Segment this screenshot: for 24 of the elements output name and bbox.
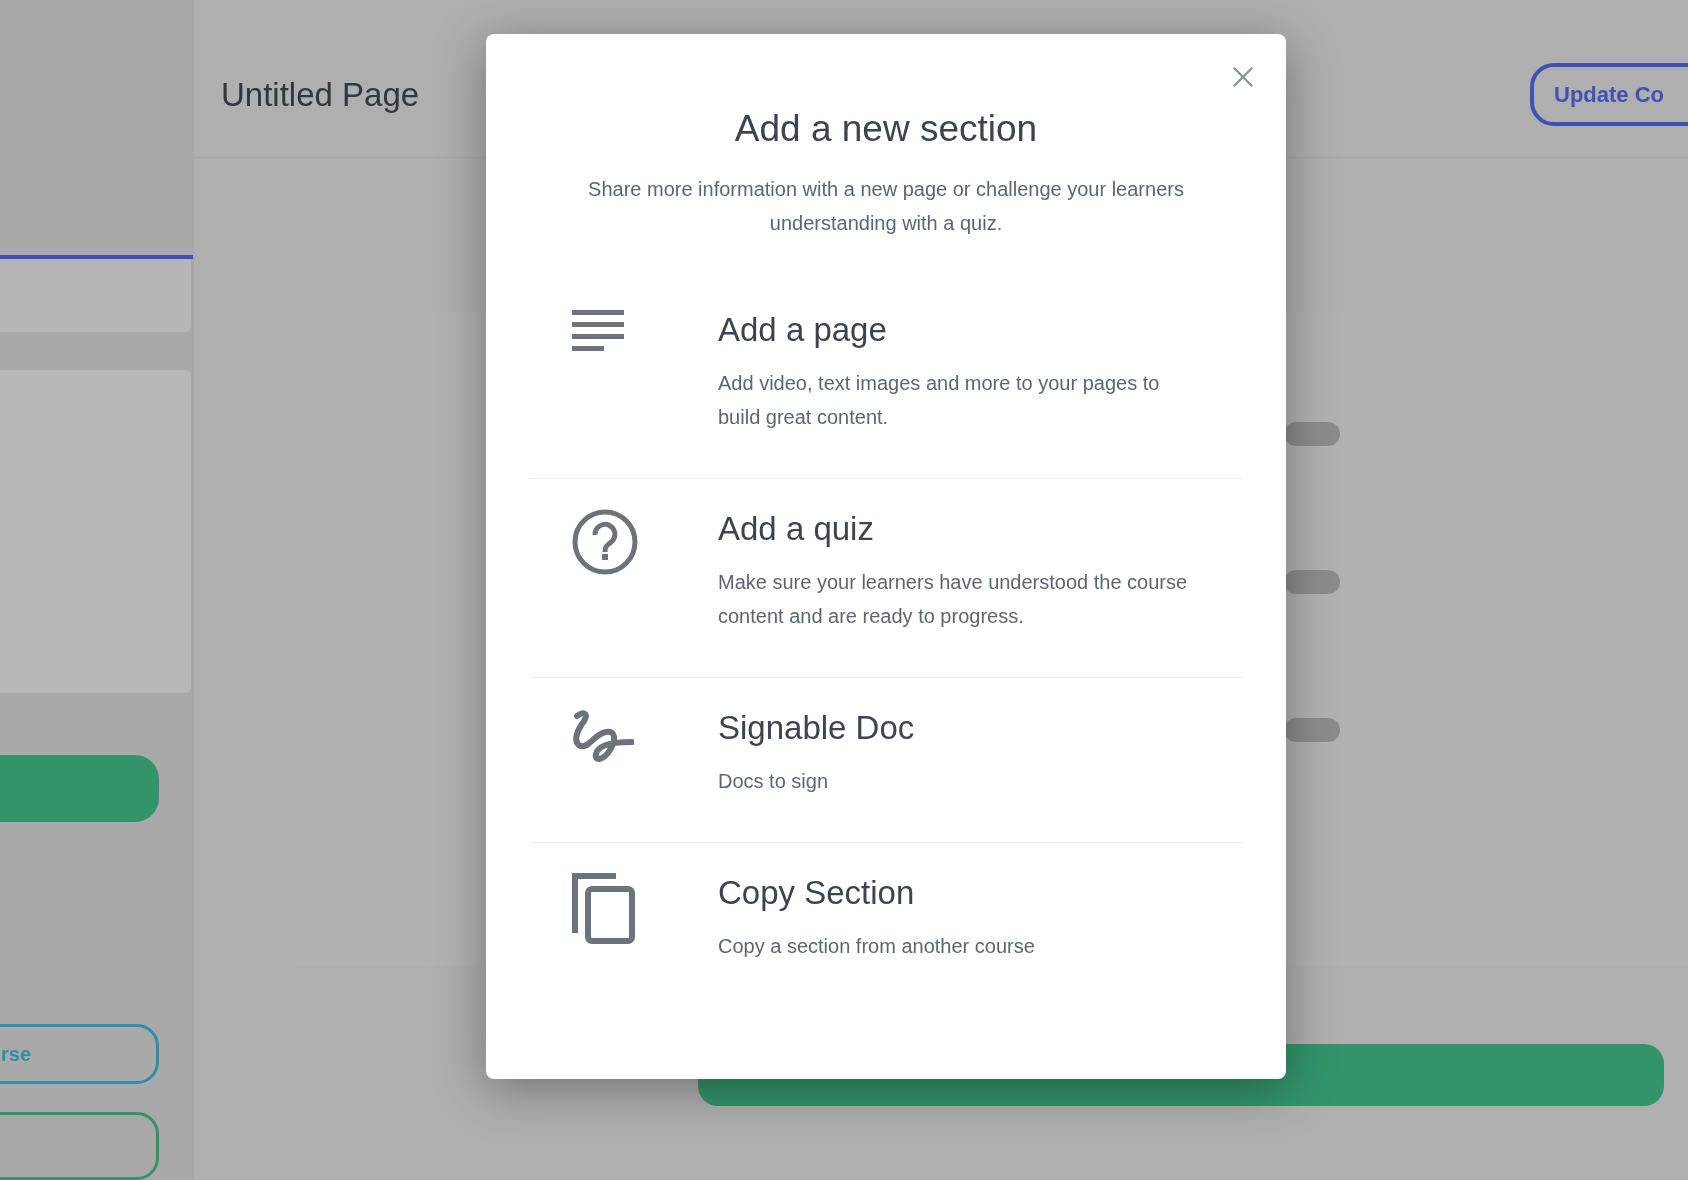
sidebar-button[interactable] [0, 754, 159, 823]
page-title: Untitled Page [221, 75, 420, 114]
section-option[interactable]: Copy Section Copy a section from another course [530, 843, 1242, 1007]
placeholder-bar [1284, 570, 1340, 594]
close-icon[interactable] [1232, 66, 1254, 88]
option-title: Copy Section [718, 873, 916, 913]
option-description: Make sure your learners have understood the course content and are ready to progress. [718, 570, 1189, 629]
section-option[interactable]: Add a page Add video, text images and more to your pages to build great content. [530, 280, 1242, 479]
modal-title: Add a new section [733, 108, 1039, 150]
option-description: Copy a section from another course [718, 934, 1036, 959]
option-description: Docs to sign [718, 769, 830, 794]
copy-icon [572, 873, 636, 945]
text-lines-icon [572, 310, 624, 354]
option-title: Signable Doc [718, 708, 916, 748]
option-description: Add video, text images and more to your pages to build great content. [718, 371, 1161, 430]
placeholder-bar [1284, 718, 1340, 742]
modal-subtitle: Share more information with a new page or challenge your learners understanding with a quiz. [587, 177, 1185, 236]
section-option[interactable]: Signable Doc Docs to sign [530, 678, 1242, 843]
section-option[interactable]: Add a quiz Make sure your learners have understood the course content and are ready to progress. [530, 479, 1242, 678]
option-title: Add a quiz [718, 509, 875, 549]
sidebar-button[interactable] [0, 1112, 159, 1180]
placeholder-bar [1284, 422, 1340, 446]
option-title: Add a page [718, 310, 888, 350]
question-icon [572, 509, 638, 575]
